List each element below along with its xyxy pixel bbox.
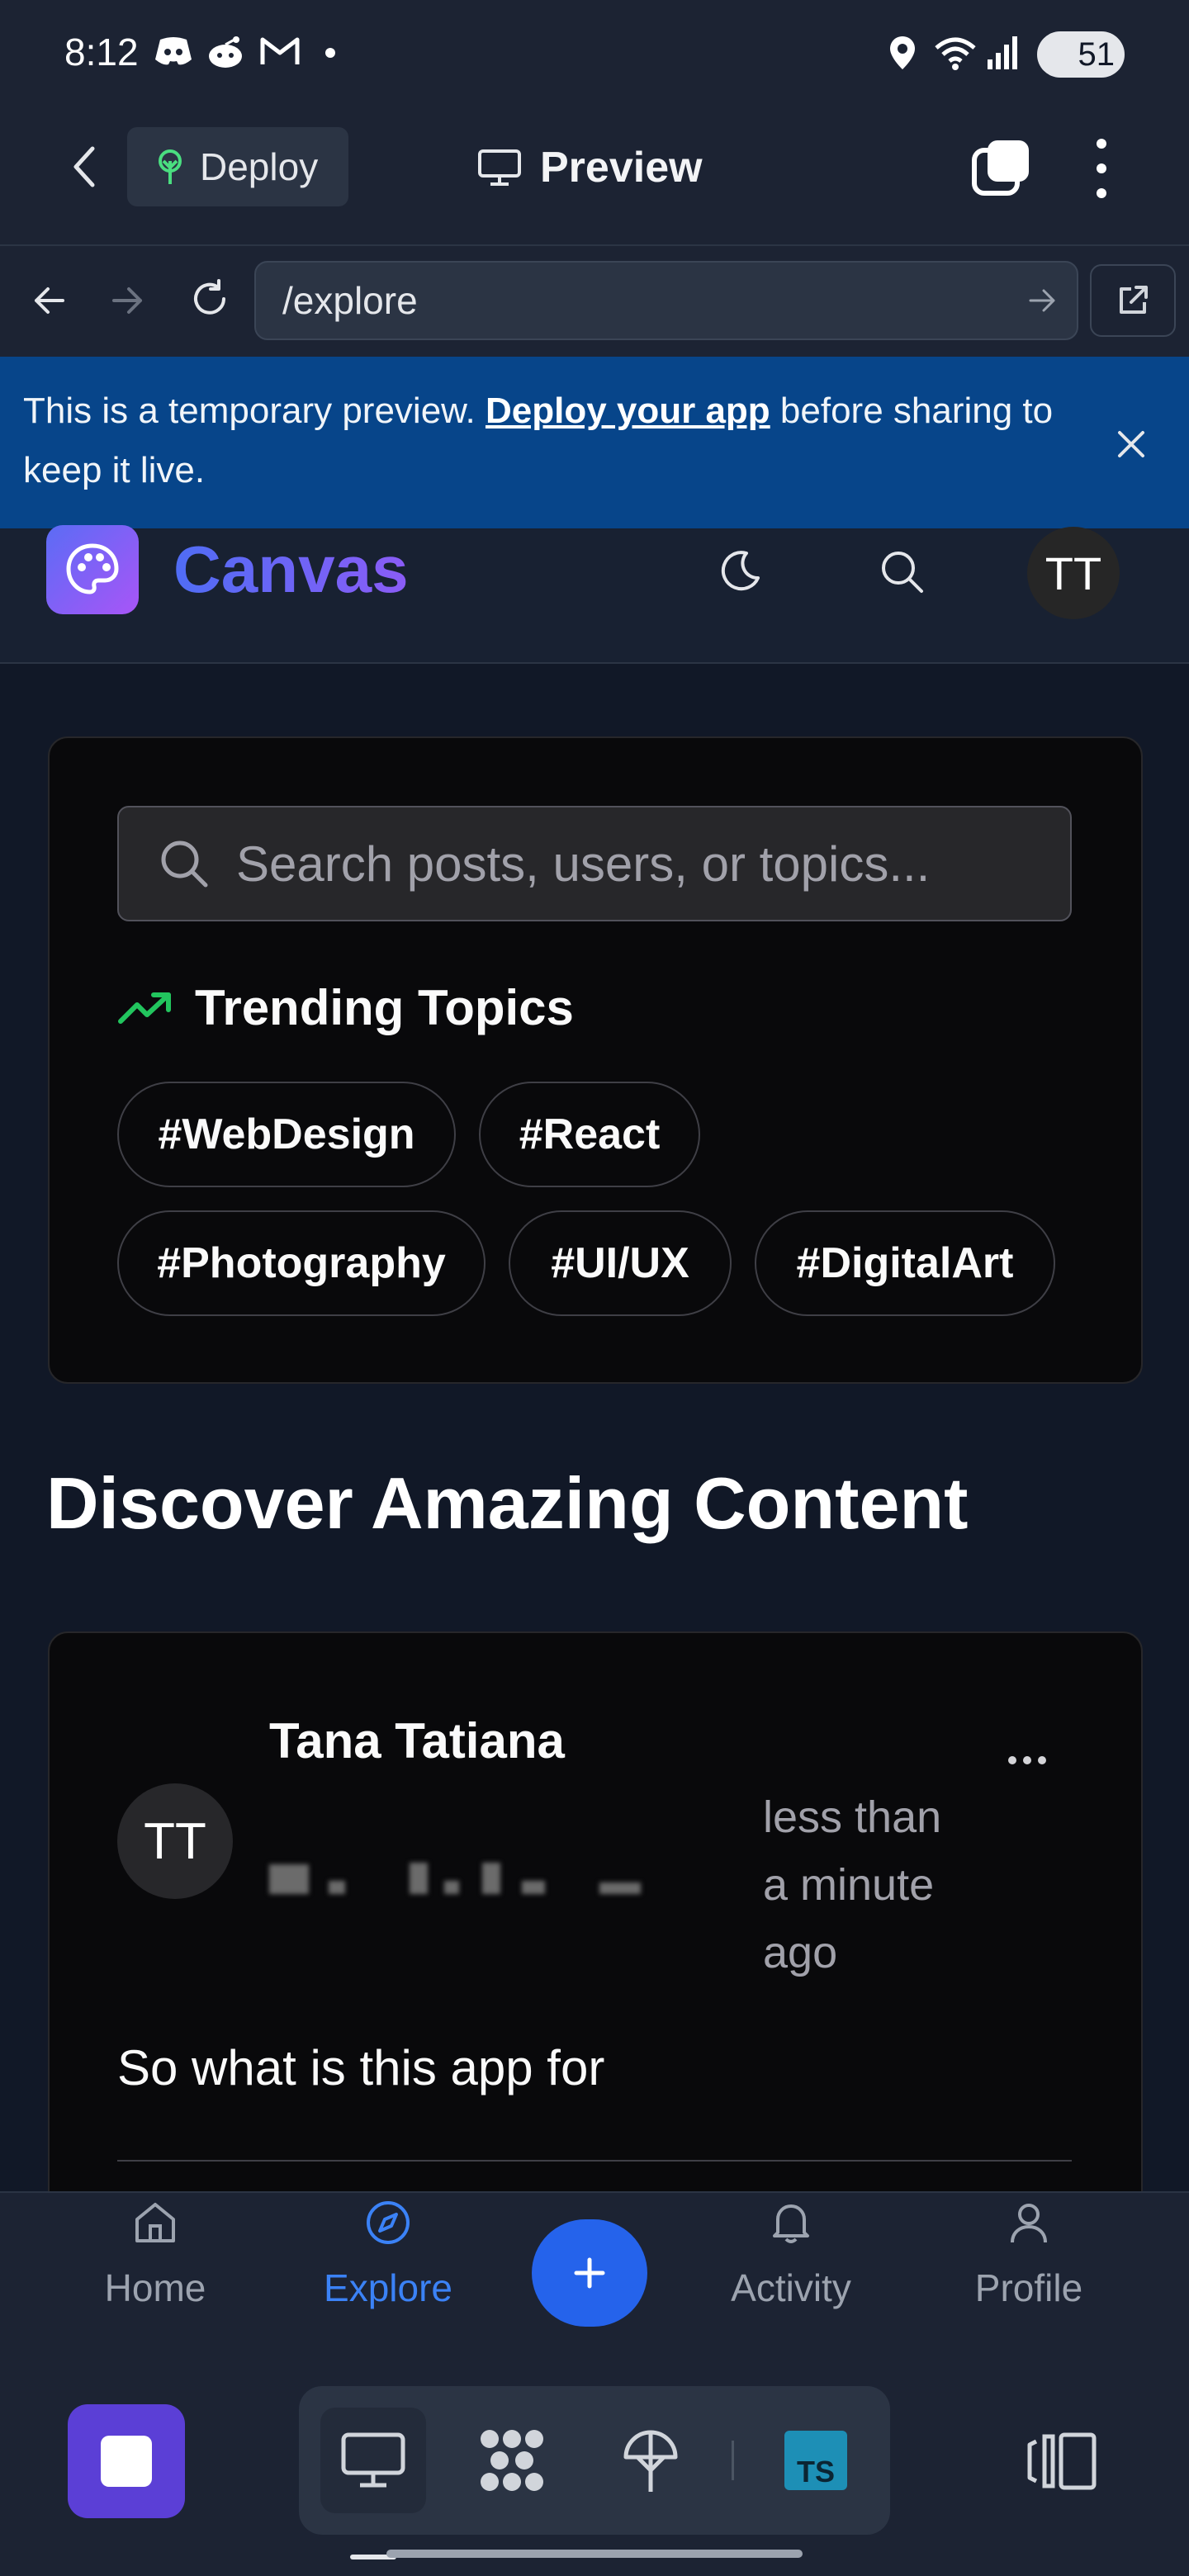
battery-icon: 51 bbox=[1037, 31, 1125, 78]
home-gesture-bar[interactable] bbox=[386, 2550, 803, 2558]
svg-text:TS: TS bbox=[797, 2455, 835, 2487]
reload-icon bbox=[194, 279, 225, 315]
post-author[interactable]: Tana Tatiana bbox=[269, 1712, 565, 1769]
reddit-icon bbox=[205, 35, 246, 69]
discover-heading: Discover Amazing Content bbox=[46, 1462, 969, 1544]
home-icon bbox=[135, 2203, 175, 2242]
url-text: /explore bbox=[282, 279, 418, 322]
dock-separator bbox=[732, 2441, 734, 2480]
workflows-icon bbox=[481, 2430, 543, 2491]
plus-icon bbox=[574, 2257, 605, 2289]
topic-chip-ui-ux[interactable]: #UI/UX bbox=[509, 1210, 732, 1316]
trending-heading: Trending Topics bbox=[117, 979, 574, 1036]
preview-title-text: Preview bbox=[540, 144, 703, 192]
dock-preview-button[interactable] bbox=[320, 2408, 426, 2513]
monitor-icon bbox=[341, 2432, 405, 2488]
split-view-button[interactable] bbox=[1011, 2408, 1116, 2513]
nav-back-button[interactable] bbox=[25, 276, 74, 325]
dock-deploy-button[interactable] bbox=[598, 2408, 703, 2513]
go-button[interactable] bbox=[1026, 286, 1059, 315]
deploy-icon bbox=[155, 148, 185, 186]
topic-chip-react[interactable]: #React bbox=[479, 1082, 700, 1187]
search-field[interactable] bbox=[117, 806, 1072, 921]
avatar[interactable]: TT bbox=[1027, 527, 1120, 619]
deploy-app-link[interactable]: Deploy your app bbox=[486, 391, 770, 431]
back-button[interactable] bbox=[58, 140, 111, 193]
arrow-right-icon bbox=[1029, 289, 1055, 312]
nav-label-home: Home bbox=[104, 2266, 206, 2309]
nav-item-activity[interactable]: Activity bbox=[708, 2200, 874, 2332]
compass-icon bbox=[367, 2201, 410, 2244]
post-divider bbox=[117, 2160, 1072, 2162]
topic-chip-webdesign[interactable]: #WebDesign bbox=[117, 1082, 456, 1187]
discord-icon bbox=[154, 35, 193, 68]
more-options-button[interactable] bbox=[1083, 139, 1120, 198]
post-avatar[interactable]: TT bbox=[117, 1783, 233, 1899]
preview-title: Preview bbox=[477, 139, 703, 197]
arrow-left-icon bbox=[35, 287, 64, 314]
palette-logo-icon[interactable] bbox=[46, 525, 139, 614]
create-post-button[interactable] bbox=[532, 2219, 647, 2327]
deploy-label: Deploy bbox=[200, 145, 319, 188]
battery-level: 51 bbox=[1078, 36, 1116, 73]
arrow-right-icon bbox=[112, 287, 142, 314]
typescript-icon: TS bbox=[784, 2431, 847, 2490]
post-handle-redacted bbox=[269, 1859, 666, 1896]
dock-workflows-button[interactable] bbox=[459, 2408, 565, 2513]
reload-button[interactable] bbox=[183, 272, 236, 325]
trending-title: Trending Topics bbox=[195, 980, 574, 1035]
site-logo[interactable]: Canvas bbox=[173, 528, 409, 611]
nav-item-home[interactable]: Home bbox=[73, 2200, 238, 2332]
preview-banner: This is a temporary preview. Deploy your… bbox=[0, 357, 1189, 528]
post-body: So what is this app for bbox=[117, 2040, 605, 2095]
user-icon bbox=[1011, 2204, 1047, 2243]
topic-chip-digitalart[interactable]: #DigitalArt bbox=[755, 1210, 1055, 1316]
deploy-icon bbox=[623, 2430, 678, 2492]
url-field[interactable]: /explore bbox=[254, 261, 1078, 340]
nav-forward-button[interactable] bbox=[102, 276, 152, 325]
signal-icon bbox=[986, 35, 1022, 71]
topic-chip-photography[interactable]: #Photography bbox=[117, 1210, 486, 1316]
notification-dot-icon bbox=[325, 48, 335, 58]
stop-icon bbox=[101, 2436, 152, 2487]
location-icon bbox=[888, 35, 917, 71]
nav-item-explore[interactable]: Explore bbox=[306, 2200, 471, 2332]
dock-typescript-button[interactable]: TS bbox=[763, 2408, 869, 2513]
moon-icon bbox=[721, 551, 760, 591]
external-link-icon bbox=[1120, 286, 1148, 314]
search-icon bbox=[882, 552, 923, 593]
banner-text-before: This is a temporary preview. bbox=[23, 391, 486, 431]
monitor-icon bbox=[477, 149, 522, 187]
nav-label-activity: Activity bbox=[731, 2266, 851, 2309]
bell-icon bbox=[773, 2204, 809, 2243]
post-timestamp: less than a minute ago bbox=[763, 1792, 942, 1977]
banner-close-button[interactable] bbox=[1106, 419, 1156, 469]
trending-up-icon bbox=[117, 990, 173, 1026]
chevron-left-icon bbox=[73, 146, 95, 187]
nav-item-profile[interactable]: Profile bbox=[946, 2200, 1111, 2332]
theme-toggle-button[interactable] bbox=[713, 545, 766, 598]
split-view-icon bbox=[1027, 2432, 1097, 2490]
tabs-icon bbox=[972, 140, 1029, 196]
header-search-button[interactable] bbox=[877, 547, 926, 596]
wifi-icon bbox=[933, 35, 978, 71]
open-external-button[interactable] bbox=[1090, 264, 1176, 337]
banner-text: This is a temporary preview. Deploy your… bbox=[23, 381, 1063, 500]
deploy-button[interactable]: Deploy bbox=[127, 127, 348, 206]
gmail-icon bbox=[259, 35, 301, 68]
nav-label-profile: Profile bbox=[974, 2266, 1083, 2309]
post-menu-button[interactable] bbox=[1002, 1744, 1052, 1777]
tabs-button[interactable] bbox=[968, 135, 1034, 201]
search-input[interactable] bbox=[236, 835, 1045, 893]
close-icon bbox=[1118, 431, 1144, 457]
status-time: 8:12 bbox=[64, 31, 139, 73]
nav-label-explore: Explore bbox=[324, 2266, 452, 2309]
stop-button[interactable] bbox=[68, 2404, 185, 2518]
search-icon bbox=[161, 841, 208, 888]
